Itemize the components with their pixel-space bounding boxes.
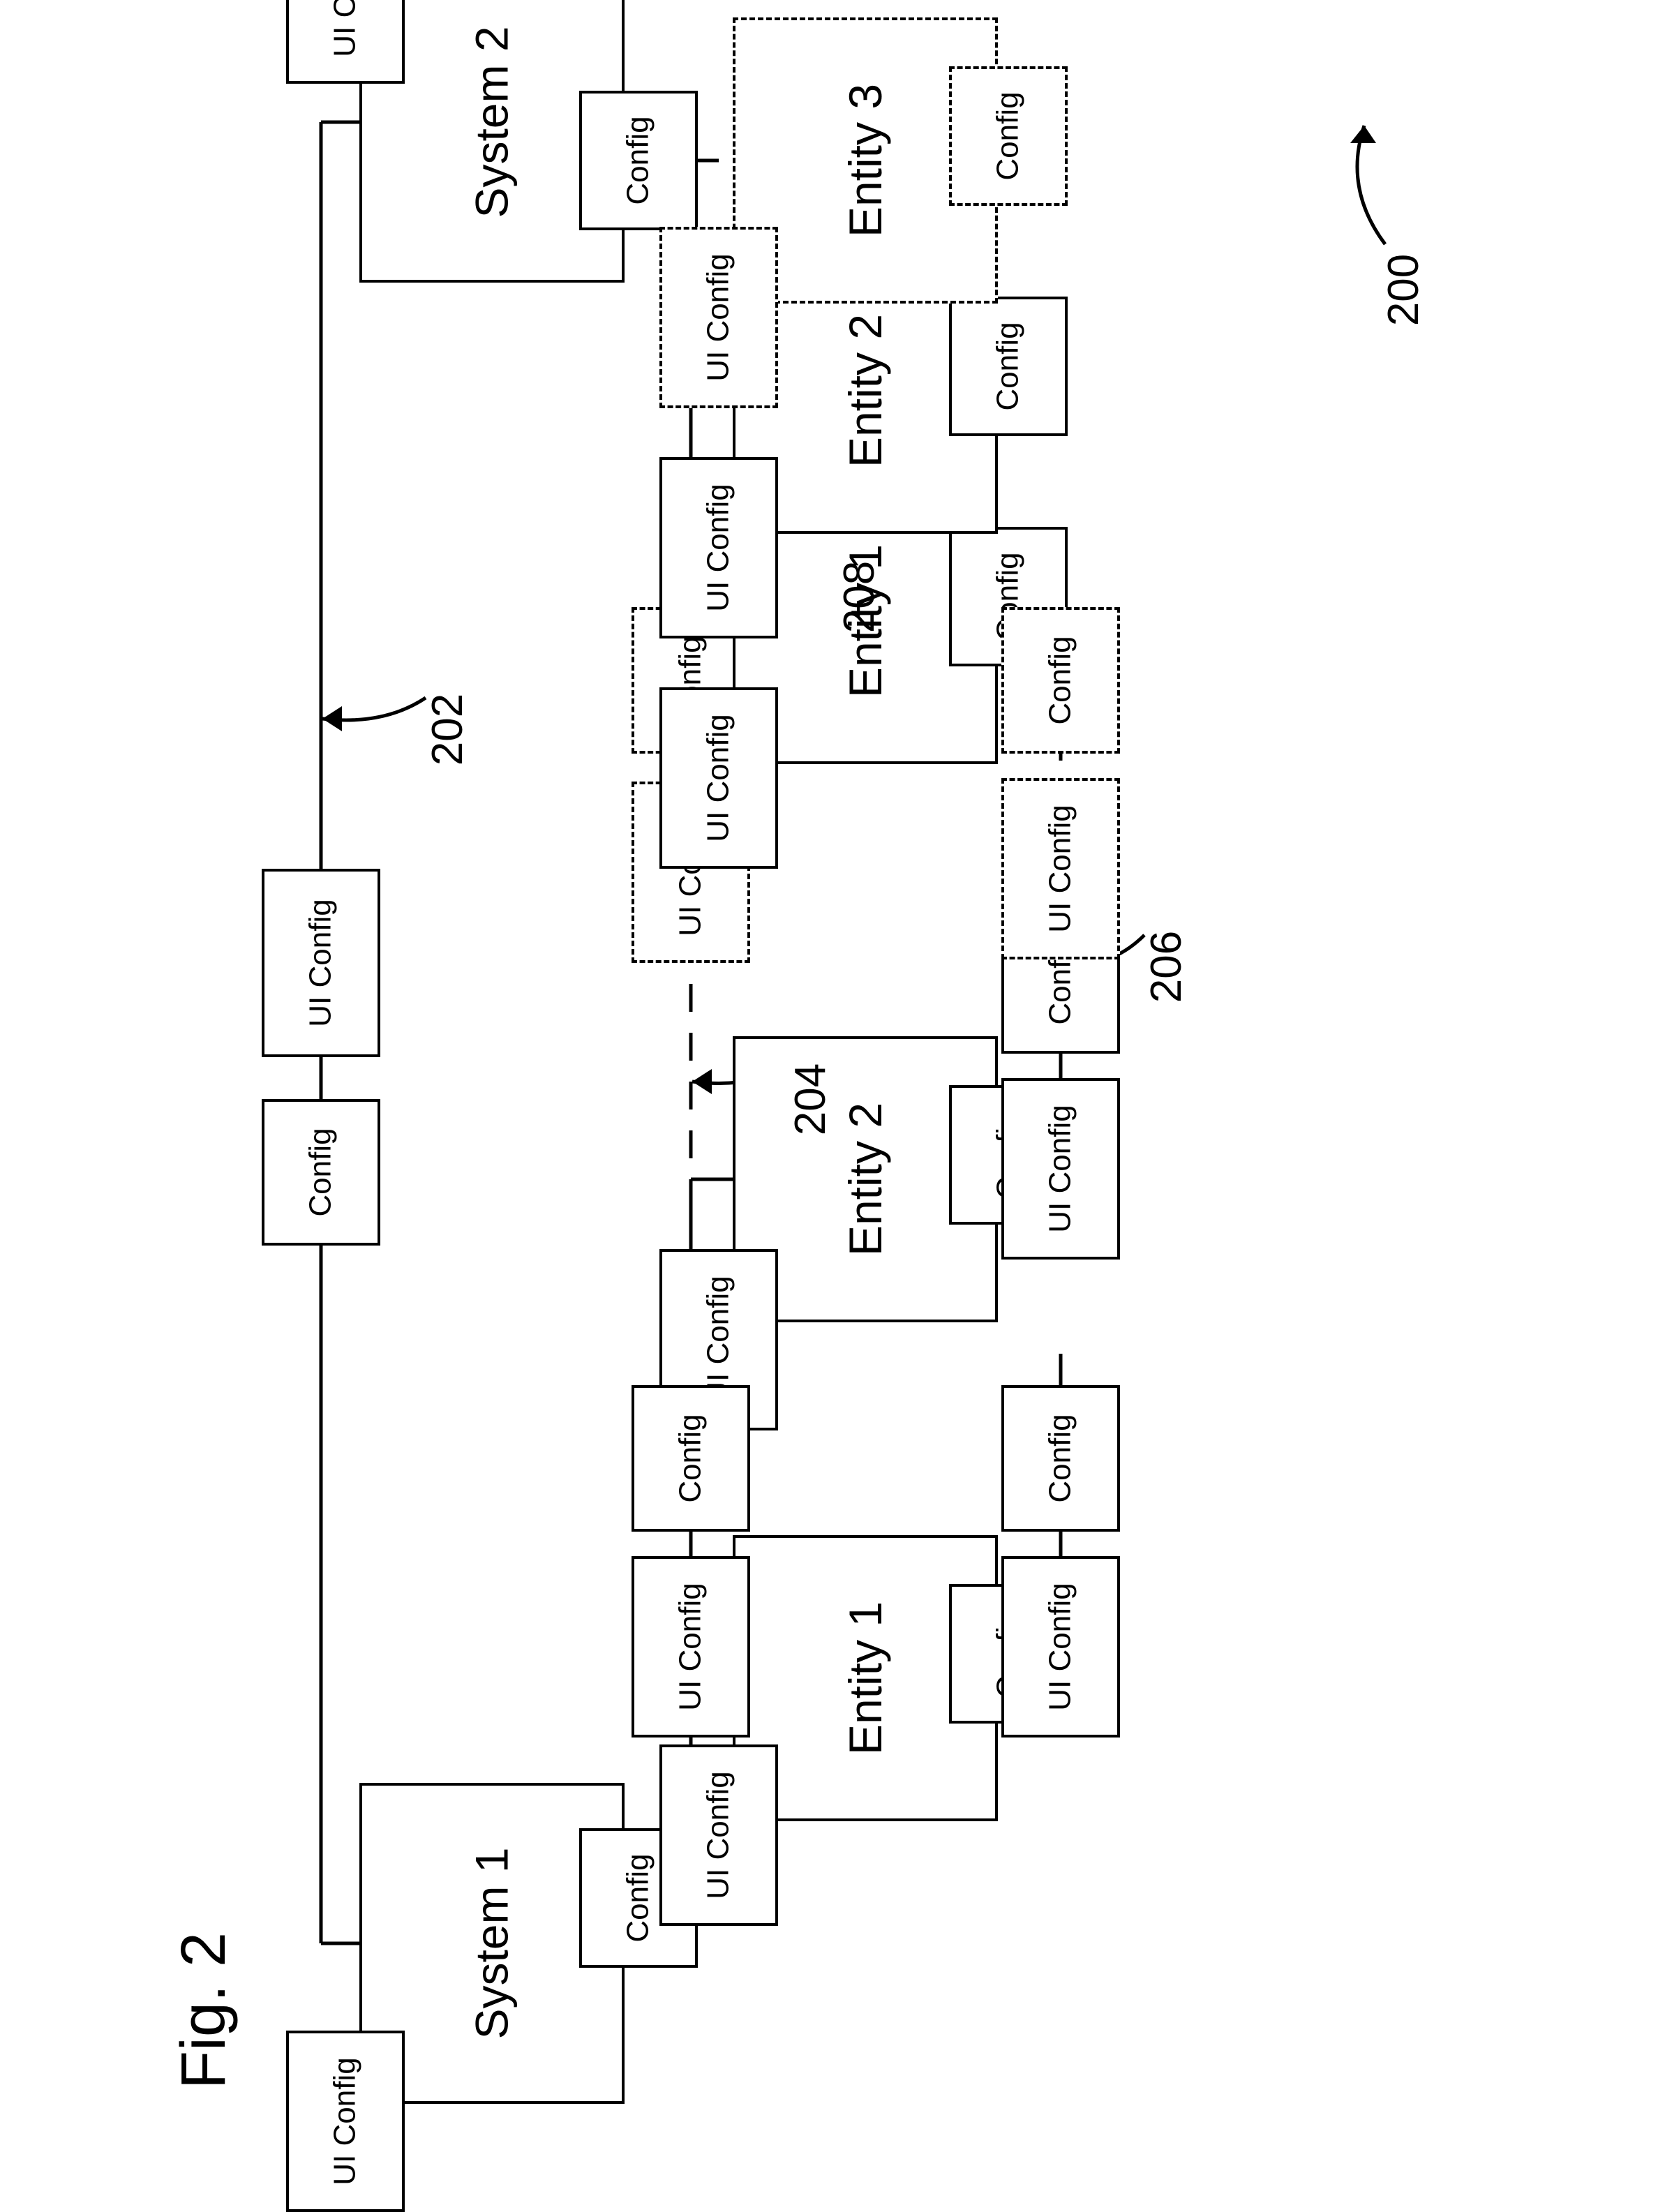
ui-config-label: UI Config	[1043, 805, 1078, 932]
entity-2-label: Entity 2	[839, 314, 892, 468]
sys1-subbranch-ui-config-2: UI Config	[1001, 1078, 1120, 1260]
config-label: Config	[304, 1128, 338, 1216]
ui-config-label: UI Config	[328, 0, 363, 57]
sys2-entity-2-config: Config	[949, 297, 1068, 436]
sys2-entity-3-ui-config: UI Config	[659, 227, 778, 408]
figure-caption: Fig. 2	[168, 1932, 240, 2089]
ui-config-label: UI Config	[701, 484, 736, 611]
ui-config-label: UI Config	[701, 253, 736, 381]
sys2-entity-2-ui-config: UI Config	[659, 457, 778, 638]
config-label: Config	[991, 91, 1026, 180]
entity-3-label: Entity 3	[839, 84, 892, 237]
ui-config-label: UI Config	[701, 1771, 736, 1899]
entity-2-label: Entity 2	[839, 1103, 892, 1256]
sys1-branch-ui-config: UI Config	[632, 1556, 750, 1738]
diagram-canvas: System 1 UI Config Config System 2 UI Co…	[0, 0, 1658, 2124]
config-label: Config	[991, 322, 1026, 410]
system-2-ui-config: UI Config	[286, 0, 405, 84]
ref-206: 206	[1142, 931, 1191, 1003]
sys1-subbranch-config: Config	[1001, 1385, 1120, 1532]
sys1-entity-1-ui-config: UI Config	[659, 1744, 778, 1926]
config-label: Config	[673, 1414, 708, 1502]
config-label: Config	[621, 116, 656, 204]
entity-1-label: Entity 1	[839, 1601, 892, 1755]
backbone-ui-config: UI Config	[262, 869, 380, 1057]
subbranch-config-dashed: Config	[1001, 607, 1120, 754]
ref-204: 204	[786, 1063, 835, 1135]
system-2-label: System 2	[465, 26, 518, 218]
backbone-config: Config	[262, 1099, 380, 1246]
config-label: Config	[621, 1853, 656, 1942]
system-1-ui-config: UI Config	[286, 2031, 405, 2212]
system-2-config: Config	[579, 91, 698, 230]
system-1-label: System 1	[465, 1847, 518, 2039]
sys1-branch-config: Config	[632, 1385, 750, 1532]
sys2-entity-1-ui-config: UI Config	[659, 687, 778, 869]
config-label: Config	[1043, 636, 1078, 724]
ref-202: 202	[423, 694, 472, 765]
ref-208: 208	[835, 561, 884, 633]
ui-config-label: UI Config	[304, 899, 338, 1026]
ui-config-label: UI Config	[1043, 1583, 1078, 1710]
ui-config-label: UI Config	[328, 2057, 363, 2185]
sys2-entity-3-config: Config	[949, 66, 1068, 206]
config-label: Config	[1043, 1414, 1078, 1502]
sys1-subbranch-ui-config: UI Config	[1001, 1556, 1120, 1738]
ref-200: 200	[1379, 254, 1428, 326]
ui-config-label: UI Config	[1043, 1105, 1078, 1232]
ui-config-label: UI Config	[673, 1583, 708, 1710]
ui-config-label: UI Config	[701, 714, 736, 842]
subbranch-ui-config-dashed: UI Config	[1001, 778, 1120, 959]
